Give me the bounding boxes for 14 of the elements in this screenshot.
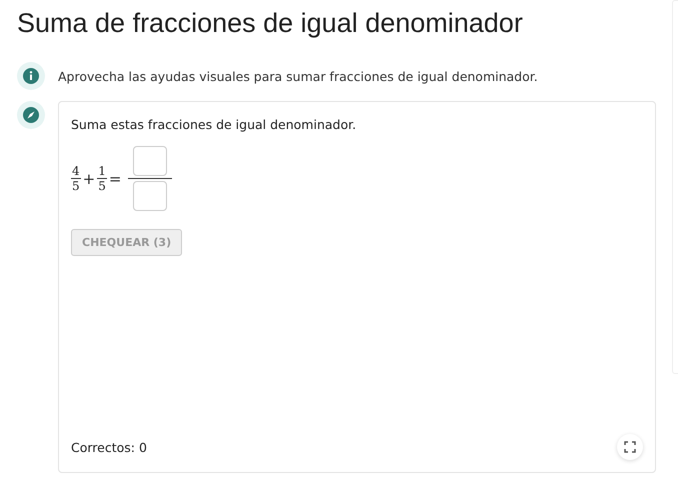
score-text: Correctos: 0 <box>71 440 147 454</box>
fraction: 1 5 <box>97 164 107 193</box>
info-icon <box>17 62 45 90</box>
page-title: Suma de fracciones de igual denominador <box>17 7 524 40</box>
info-text: Aprovecha las ayudas visuales para sumar fracciones de igual denominador. <box>58 68 538 84</box>
fullscreen-button[interactable] <box>617 434 643 460</box>
equals-sign: = <box>108 170 122 188</box>
fullscreen-icon <box>624 441 636 453</box>
fraction: 4 5 <box>71 164 81 193</box>
exercise-prompt: Suma estas fracciones de igual denominador. <box>71 117 356 132</box>
compass-icon <box>17 101 45 129</box>
numerator-field[interactable] <box>133 146 168 176</box>
plus-sign: + <box>82 170 96 188</box>
denominator-field[interactable] <box>133 181 168 211</box>
